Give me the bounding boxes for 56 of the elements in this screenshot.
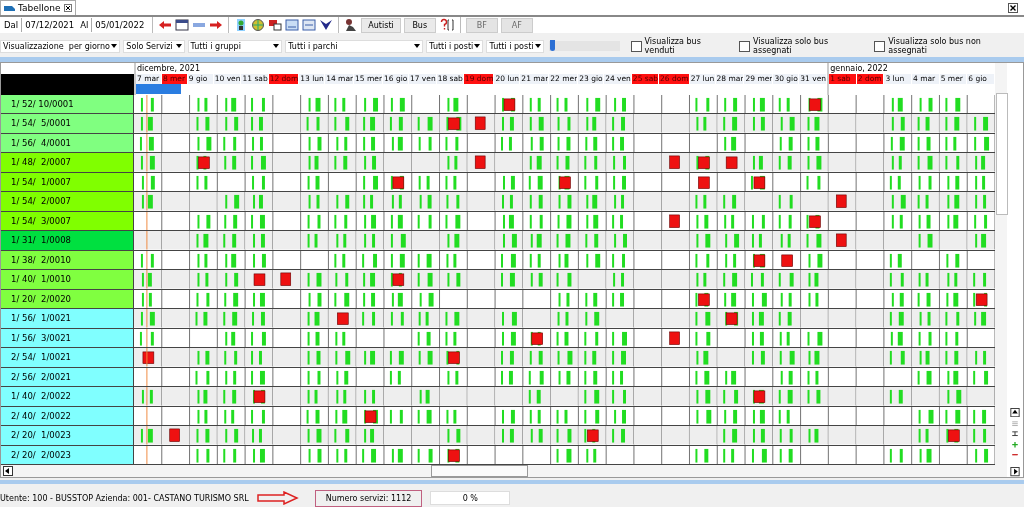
progress-label: 0 % [462,494,478,503]
tab[interactable]: Tabellone [0,0,76,15]
caret-icon [175,44,182,49]
bus-icon [4,4,15,12]
filter-dropdown[interactable]: Tutti i posti [486,39,544,53]
vehicle-label[interactable]: 1/ 54/ 2/0007 [1,192,134,211]
filter-dropdown[interactable]: Tutti i posti [426,39,484,53]
caret-icon [474,44,481,49]
zoom-slider[interactable] [548,41,620,52]
vehicle-label[interactable]: 2/ 54/ 1/0021 [1,348,134,367]
checkbox[interactable] [630,40,642,52]
month-label: dicembre, 2021 [136,62,201,74]
close-icon[interactable] [1008,3,1018,13]
scroll-left-icon[interactable] [3,465,13,476]
caret-icon [273,44,280,49]
vehicle-label[interactable]: 1/ 31/ 1/0008 [1,231,134,250]
checkbox[interactable] [739,40,751,52]
tab-title: Tabellone [18,3,61,13]
vehicle-label[interactable]: 1/ 40/ 1/0010 [1,270,134,289]
vehicle-label[interactable]: 1/ 40/ 2/0022 [1,387,134,406]
vehicle-label[interactable]: 1/ 56/ 1/0021 [1,309,134,328]
caret-icon [534,44,541,49]
to-date-field[interactable]: 05/01/2022 [91,18,148,33]
checkbox[interactable] [874,40,886,52]
user-info: Utente: 100 - BUSSTOP Azienda: 001- CASTANO TURISMO SRL [0,494,249,503]
from-label: Dal [4,20,19,31]
caret-icon [414,44,421,49]
filter-dropdown[interactable]: Solo Servizi [123,39,185,53]
checkbox-label: Visualizza solo bus non assegnati [888,37,982,56]
filter-dropdown[interactable]: Tutti i parchi [285,39,424,53]
drivers-icon[interactable] [344,18,359,33]
expand-icon[interactable] [1011,430,1019,438]
filter-dropdown[interactable]: Tutti i gruppi [187,39,283,53]
scroll-right-icon[interactable] [1010,467,1020,477]
filter-dropdown[interactable]: Visualizzazione per giorno [0,39,121,53]
scrollbar-thumb[interactable] [996,92,1008,215]
slider-thumb[interactable] [550,40,556,52]
from-date-field[interactable]: 07/12/2021 [21,18,78,33]
arrow-right-icon [256,491,299,506]
scroll-top-icon[interactable] [1010,407,1020,417]
help-icon[interactable] [438,18,455,33]
toolbar-button[interactable]: Autisti [361,17,401,33]
globe-icon[interactable] [251,18,266,33]
services-count: Numero servizi: 1112 [314,490,423,507]
month-label: gennaio, 2022 [829,62,889,74]
checkbox-label: Visualizza solo bus assegnati [753,37,830,56]
vehicle-label[interactable]: 1/ 54/ 5/0001 [1,114,134,133]
caret-icon [111,44,118,49]
toolbar-button[interactable]: Bus [403,17,436,33]
current-period-marker [136,83,181,94]
close-icon[interactable] [63,4,72,12]
checkbox-label: Visualizza bus venduti [644,37,702,56]
vehicle-label[interactable]: 2/ 20/ 1/0023 [1,426,134,445]
to-label: Al [80,20,89,31]
calendar-icon[interactable] [175,18,190,33]
vehicle-label[interactable]: 1/ 48/ 2/0007 [1,153,134,172]
